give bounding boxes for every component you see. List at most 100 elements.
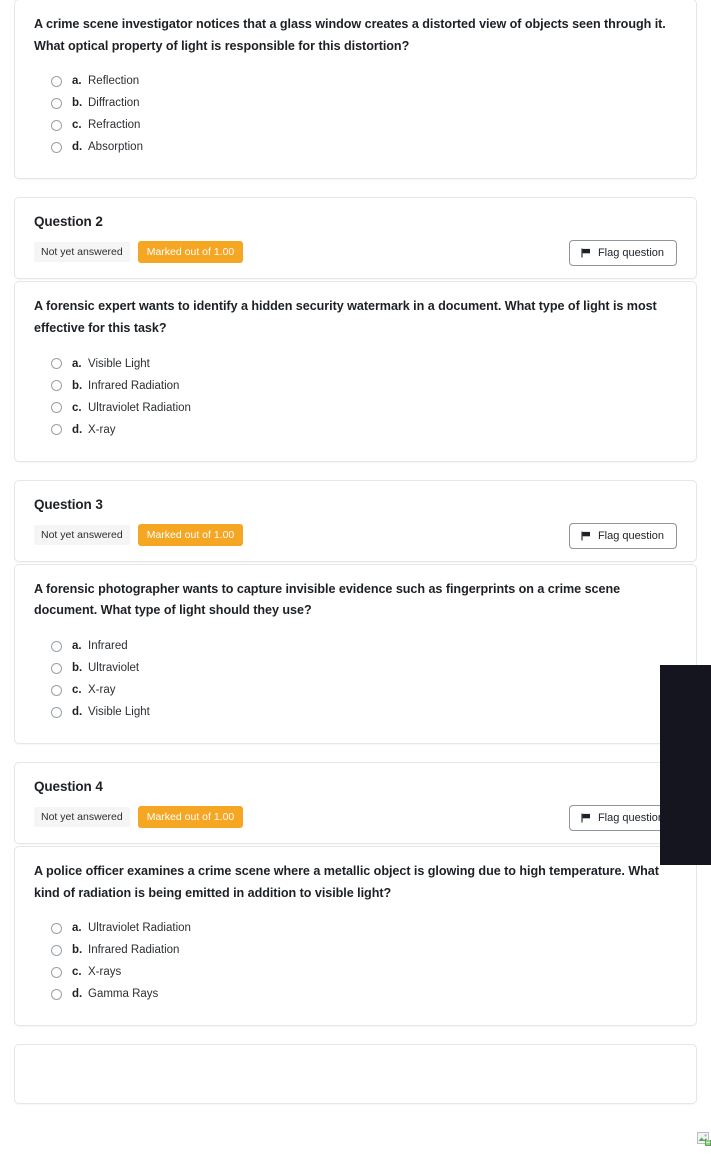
answer-letter: d. <box>72 423 83 436</box>
status-badge: Not yet answered <box>34 242 130 263</box>
answer-label: Gamma Rays <box>88 988 159 1001</box>
flag-icon <box>581 813 591 823</box>
radio-button-icon[interactable] <box>51 706 62 718</box>
answer-option[interactable]: d. Gamma Rays <box>34 983 677 1005</box>
answer-letter: b. <box>72 944 83 957</box>
radio-button-icon[interactable] <box>51 944 62 956</box>
radio-button-icon[interactable] <box>51 75 62 87</box>
answer-option[interactable]: c. X-ray <box>34 679 677 701</box>
question-body-4: A police officer examines a crime scene … <box>14 846 697 1027</box>
question-text-2: A forensic expert wants to identify a hi… <box>34 299 657 336</box>
answer-letter: b. <box>72 662 83 675</box>
answer-option[interactable]: d. Visible Light <box>34 701 677 723</box>
answer-option[interactable]: c. Refraction <box>34 114 677 136</box>
answer-label: Ultraviolet <box>88 662 140 675</box>
answer-option[interactable]: a. Reflection <box>34 70 677 92</box>
answer-list-1: a. Reflection b. Diffraction c. Refracti… <box>34 70 677 158</box>
radio-button-icon[interactable] <box>51 922 62 934</box>
grade-badge: Marked out of 1.00 <box>137 523 244 546</box>
answer-label: Infrared Radiation <box>88 944 180 957</box>
question-number-4: Question 4 <box>34 779 103 795</box>
answer-label: Reflection <box>88 75 140 88</box>
card-gap <box>14 462 697 480</box>
answer-label: Ultraviolet Radiation <box>88 401 191 414</box>
answer-letter: a. <box>72 75 82 88</box>
answer-label: Absorption <box>88 141 143 154</box>
answer-letter: b. <box>72 97 83 110</box>
answer-letter: c. <box>72 401 82 414</box>
answer-label: Visible Light <box>88 706 150 719</box>
flag-question-button[interactable]: Flag question <box>568 522 677 549</box>
answer-list-2: a. Visible Light b. Infrared Radiation c… <box>34 353 677 441</box>
answer-label: Visible Light <box>88 357 150 370</box>
flag-question-label: Flag question <box>597 529 664 542</box>
card-gap <box>14 744 697 762</box>
question-body-3: A forensic photographer wants to capture… <box>14 563 697 745</box>
flag-icon <box>581 531 591 541</box>
answer-letter: c. <box>72 119 82 132</box>
broken-image-icon <box>697 1132 711 1147</box>
answer-letter: b. <box>72 379 83 392</box>
question-text-4: A police officer examines a crime scene … <box>34 864 659 900</box>
radio-button-icon[interactable] <box>51 684 62 696</box>
answer-option[interactable]: b. Diffraction <box>34 92 677 114</box>
answer-letter: a. <box>72 922 82 935</box>
answer-option[interactable]: c. X-rays <box>34 961 677 983</box>
answer-option[interactable]: a. Infrared <box>34 635 677 657</box>
radio-button-icon[interactable] <box>51 402 62 414</box>
radio-button-icon[interactable] <box>51 662 62 674</box>
answer-letter: a. <box>72 357 82 370</box>
answer-label: Infrared <box>88 640 128 653</box>
answer-label: Ultraviolet Radiation <box>88 922 191 935</box>
radio-button-icon[interactable] <box>51 640 62 652</box>
status-badge: Not yet answered <box>34 807 130 828</box>
answer-letter: c. <box>72 966 82 979</box>
answer-letter: a. <box>72 640 82 653</box>
grade-badge: Marked out of 1.00 <box>137 241 244 264</box>
answer-label: Diffraction <box>88 97 140 110</box>
question-body-2: A forensic expert wants to identify a hi… <box>14 281 697 462</box>
question-text-3: A forensic photographer wants to capture… <box>34 581 621 618</box>
answer-label: X-ray <box>88 423 116 436</box>
radio-button-icon[interactable] <box>51 119 62 131</box>
quiz-page: A crime scene investigator notices that … <box>0 0 711 1156</box>
answer-option[interactable]: c. Ultraviolet Radiation <box>34 397 677 419</box>
radio-button-icon[interactable] <box>51 97 62 109</box>
answer-list-4: a. Ultraviolet Radiation b. Infrared Rad… <box>34 917 677 1005</box>
answer-label: Refraction <box>88 119 141 132</box>
answer-option[interactable]: b. Infrared Radiation <box>34 939 677 961</box>
answer-option[interactable]: d. X-ray <box>34 419 677 441</box>
grade-badge: Marked out of 1.00 <box>137 806 244 829</box>
radio-button-icon[interactable] <box>51 988 62 1000</box>
answer-option[interactable]: a. Visible Light <box>34 353 677 375</box>
flag-question-label: Flag question <box>597 247 664 260</box>
question-header-4: Question 4 Not yet answered Marked out o… <box>14 762 697 845</box>
answer-letter: c. <box>72 684 82 697</box>
flag-icon <box>581 248 591 258</box>
card-gap <box>14 179 697 197</box>
radio-button-icon[interactable] <box>51 141 62 153</box>
flag-question-button[interactable]: Flag question <box>568 240 677 267</box>
question-header-next <box>14 1044 697 1105</box>
answer-option[interactable]: b. Infrared Radiation <box>34 375 677 397</box>
answer-option[interactable]: a. Ultraviolet Radiation <box>34 917 677 939</box>
flag-question-label: Flag question <box>597 812 664 825</box>
radio-button-icon[interactable] <box>51 380 62 392</box>
question-header-2: Question 2 Not yet answered Marked out o… <box>14 197 697 280</box>
answer-option[interactable]: b. Ultraviolet <box>34 657 677 679</box>
answer-letter: d. <box>72 988 83 1001</box>
radio-button-icon[interactable] <box>51 358 62 370</box>
answer-letter: d. <box>72 141 83 154</box>
answer-list-3: a. Infrared b. Ultraviolet c. X-ray d. V… <box>34 635 677 723</box>
overlay-panel[interactable] <box>660 665 711 865</box>
answer-label: Infrared Radiation <box>88 379 180 392</box>
status-badge: Not yet answered <box>34 524 130 545</box>
radio-button-icon[interactable] <box>51 424 62 436</box>
question-body-1: A crime scene investigator notices that … <box>14 0 697 180</box>
answer-label: X-ray <box>88 684 116 697</box>
question-number-3: Question 3 <box>34 496 103 512</box>
question-header-3: Question 3 Not yet answered Marked out o… <box>14 479 697 562</box>
card-gap <box>14 1026 697 1044</box>
answer-option[interactable]: d. Absorption <box>34 136 677 158</box>
radio-button-icon[interactable] <box>51 966 62 978</box>
